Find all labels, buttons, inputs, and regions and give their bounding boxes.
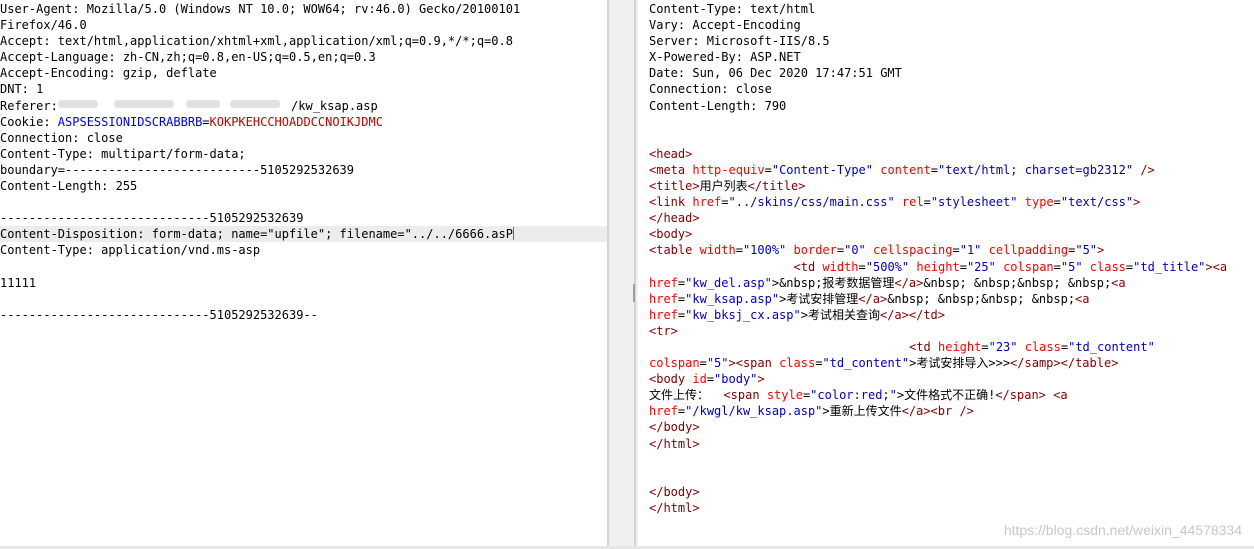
html-line: <title>用户列表</title>	[649, 179, 806, 194]
pane-splitter[interactable]	[607, 0, 638, 549]
html-line: <tr>	[649, 323, 678, 338]
html-line: href="kw_bksj_cx.asp">考试相关查询</a></td>	[649, 307, 945, 322]
request-line: Accept-Encoding: gzip, deflate	[0, 66, 217, 81]
request-line: Connection: close	[0, 130, 123, 145]
request-editor[interactable]: User-Agent: Mozilla/5.0 (Windows NT 10.0…	[0, 1, 607, 323]
request-line: Content-Length: 255	[0, 179, 138, 194]
html-line: </html>	[649, 436, 700, 451]
cookie-name: ASPSESSIONIDSCRABBRB	[57, 114, 203, 129]
html-line: <body id="body">	[649, 372, 765, 387]
request-line: -----------------------------51052925326…	[0, 307, 318, 322]
html-line: <td width="500%" height="25" colspan="5"…	[793, 259, 1228, 274]
html-line: <table width="100%" border="0" cellspaci…	[649, 243, 1105, 258]
request-line: DNT: 1	[0, 82, 44, 97]
html-line: </head>	[649, 211, 700, 226]
request-line: User-Agent: Mozilla/5.0 (Windows NT 10.0…	[0, 2, 521, 16]
html-line: colspan="5"><span class="td_content">考试安…	[649, 356, 1119, 371]
cookie-equals: =	[202, 114, 210, 129]
html-line: <body>	[649, 227, 693, 242]
html-line: <head>	[649, 146, 693, 161]
watermark: https://blog.csdn.net/weixin_44578334	[1003, 522, 1242, 538]
request-line	[0, 291, 607, 307]
request-line: Content-Type: application/vnd.ms-asp	[0, 243, 261, 258]
response-header: Content-Length: 790	[649, 98, 787, 113]
referer-label: Referer:	[0, 98, 66, 113]
html-line: <meta http-equiv="Content-Type" content=…	[649, 162, 1155, 177]
html-line: href="/kwgl/kw_ksap.asp">重新上传文件</a><br /…	[649, 404, 974, 419]
response-editor[interactable]: Content-Type: text/html Vary: Accept-Enc…	[649, 1, 1227, 516]
redacted-host	[58, 97, 284, 111]
request-line: Firefox/46.0	[0, 18, 87, 33]
request-pane[interactable]: User-Agent: Mozilla/5.0 (Windows NT 10.0…	[0, 0, 607, 549]
html-line: 文件上传： <span style="color:red;">文件格式不正确!<…	[649, 388, 1068, 403]
response-pane[interactable]: Content-Type: text/html Vary: Accept-Enc…	[638, 0, 1254, 549]
text-caret	[512, 227, 514, 241]
html-line: </body>	[649, 484, 700, 499]
response-header: X-Powered-By: ASP.NET	[649, 50, 801, 65]
html-line: </body>	[649, 420, 700, 435]
request-line: -----------------------------51052925326…	[0, 211, 304, 226]
splitter-grip[interactable]	[633, 284, 635, 302]
cookie-value: KOKPKEHCCHOADDCCNOIKJDMC	[209, 114, 383, 129]
response-header: Vary: Accept-Encoding	[649, 18, 801, 33]
html-line: href="kw_ksap.asp">考试安排管理</a>&nbsp; &nbs…	[649, 291, 1090, 306]
html-line: <td height="23" class="td_content"	[909, 339, 1155, 354]
request-line: Accept: text/html,application/xhtml+xml,…	[0, 34, 513, 49]
html-line: href="kw_del.asp">&nbsp;报考数据管理</a>&nbsp;…	[649, 275, 1126, 290]
html-line: <link href="../skins/css/main.css" rel="…	[649, 195, 1141, 210]
request-line	[0, 259, 607, 275]
response-header: Server: Microsoft-IIS/8.5	[649, 34, 830, 49]
cookie-label: Cookie:	[0, 114, 58, 129]
request-line: 11111	[0, 275, 37, 290]
content-disposition-line[interactable]: Content-Disposition: form-data; name="up…	[0, 226, 607, 243]
html-line: </html>	[649, 500, 700, 515]
cookie-line: Cookie: ASPSESSIONIDSCRABBRB=KOKPKEHCCHO…	[0, 114, 607, 130]
request-line: Content-Type: multipart/form-data;	[0, 146, 246, 161]
content-disposition-text: Content-Disposition: form-data; name="up…	[0, 227, 513, 242]
request-line: boundary=---------------------------5105…	[0, 162, 355, 177]
response-header: Connection: close	[649, 82, 772, 97]
referer-path: /kw_ksap.asp	[291, 98, 378, 113]
request-line	[0, 194, 607, 210]
response-header: Content-Type: text/html	[649, 2, 816, 16]
response-header: Date: Sun, 06 Dec 2020 17:47:51 GMT	[649, 66, 902, 81]
request-line: Accept-Language: zh-CN,zh;q=0.8,en-US;q=…	[0, 50, 376, 65]
